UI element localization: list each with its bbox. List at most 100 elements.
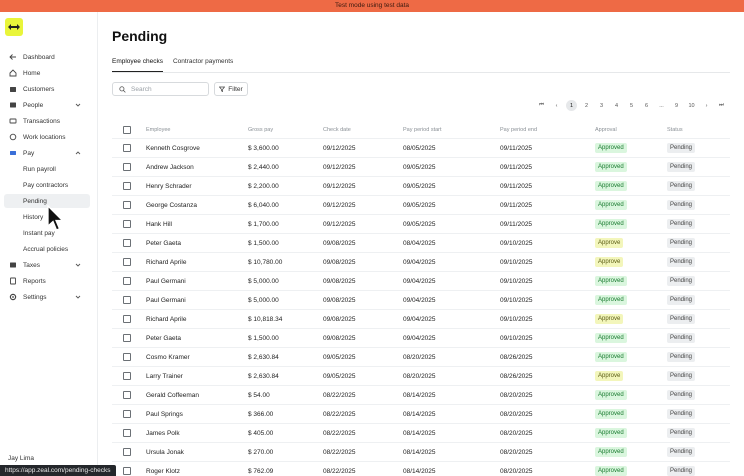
- column-header-status[interactable]: Status: [667, 122, 683, 138]
- column-header-pay-period-end[interactable]: Pay period end: [500, 122, 537, 138]
- table-row[interactable]: Gerald Coffeeman $ 54.00 08/22/2025 08/14/2…: [112, 386, 730, 405]
- row-checkbox[interactable]: [123, 429, 131, 437]
- approval-badge[interactable]: Approved: [595, 390, 627, 400]
- row-checkbox[interactable]: [123, 277, 131, 285]
- row-checkbox[interactable]: [123, 410, 131, 418]
- table-row[interactable]: Cosmo Kramer $ 2,630.84 09/05/2025 08/20/20…: [112, 348, 730, 367]
- approval-badge[interactable]: Approved: [595, 295, 627, 305]
- page-button[interactable]: 10: [686, 100, 697, 111]
- table-row[interactable]: Ursula Jonak $ 270.00 08/22/2025 08/14/2025…: [112, 443, 730, 462]
- table-row[interactable]: Larry Trainer $ 2,630.84 09/05/2025 08/20/2…: [112, 367, 730, 386]
- table-row[interactable]: Paul Germani $ 5,000.00 09/08/2025 09/04/20…: [112, 272, 730, 291]
- approval-badge[interactable]: Approve: [595, 371, 624, 381]
- column-header-check-date[interactable]: Check date: [323, 122, 351, 138]
- approval-badge[interactable]: Approved: [595, 200, 627, 210]
- table-row[interactable]: Paul Germani $ 5,000.00 09/08/2025 09/04/20…: [112, 291, 730, 310]
- sidebar-item-home[interactable]: Home: [4, 66, 90, 80]
- page-button[interactable]: 4: [611, 100, 622, 111]
- row-checkbox[interactable]: [123, 467, 131, 475]
- table-row[interactable]: Andrew Jackson $ 2,440.00 09/12/2025 09/05/…: [112, 158, 730, 177]
- employee-name[interactable]: Kenneth Cosgrove: [146, 139, 200, 157]
- employee-name[interactable]: Gerald Coffeeman: [146, 386, 199, 404]
- table-row[interactable]: Peter Gaeta $ 1,500.00 09/08/2025 09/04/202…: [112, 329, 730, 348]
- page-button[interactable]: 6: [641, 100, 652, 111]
- approval-badge[interactable]: Approved: [595, 447, 627, 457]
- approval-badge[interactable]: Approved: [595, 409, 627, 419]
- search-box[interactable]: Search: [112, 82, 209, 96]
- row-checkbox[interactable]: [123, 258, 131, 266]
- approval-badge[interactable]: Approved: [595, 143, 627, 153]
- sidebar-item-pay[interactable]: Pay: [4, 146, 90, 160]
- prev-page-icon[interactable]: ‹: [551, 100, 562, 111]
- approval-badge[interactable]: Approve: [595, 257, 624, 267]
- sidebar-item-run-payroll[interactable]: Run payroll: [4, 162, 90, 176]
- search-input[interactable]: Search: [131, 86, 152, 93]
- employee-name[interactable]: Richard Aprile: [146, 253, 186, 271]
- employee-name[interactable]: Richard Aprile: [146, 310, 186, 328]
- tab-employee-checks[interactable]: Employee checks: [112, 58, 163, 72]
- employee-name[interactable]: Ursula Jonak: [146, 443, 184, 461]
- approval-badge[interactable]: Approve: [595, 314, 624, 324]
- row-checkbox[interactable]: [123, 353, 131, 361]
- employee-name[interactable]: Paul Germani: [146, 291, 186, 309]
- filter-button[interactable]: Filter: [214, 82, 248, 96]
- employee-name[interactable]: Peter Gaeta: [146, 329, 181, 347]
- sidebar-item-dashboard[interactable]: Dashboard: [4, 50, 90, 64]
- approval-badge[interactable]: Approved: [595, 276, 627, 286]
- row-checkbox[interactable]: [123, 448, 131, 456]
- employee-name[interactable]: Hank Hill: [146, 215, 172, 233]
- table-row[interactable]: Henry Schrader $ 2,200.00 09/12/2025 09/05/…: [112, 177, 730, 196]
- sidebar-item-settings[interactable]: Settings: [4, 290, 90, 304]
- employee-name[interactable]: Henry Schrader: [146, 177, 192, 195]
- table-row[interactable]: Roger Klotz $ 762.09 08/22/2025 08/14/2025 0…: [112, 462, 730, 476]
- sidebar-item-people[interactable]: People: [4, 98, 90, 112]
- page-button[interactable]: 3: [596, 100, 607, 111]
- first-page-icon[interactable]: ⏮: [536, 100, 547, 111]
- table-row[interactable]: Richard Aprile $ 10,818.34 09/08/2025 09/04…: [112, 310, 730, 329]
- sidebar-item-customers[interactable]: Customers: [4, 82, 90, 96]
- chevron-up-icon[interactable]: [74, 149, 82, 157]
- table-row[interactable]: Hank Hill $ 1,700.00 09/12/2025 09/05/2025 0…: [112, 215, 730, 234]
- tab-contractor-payments[interactable]: Contractor payments: [173, 58, 233, 72]
- sidebar-item-pay-contractors[interactable]: Pay contractors: [4, 178, 90, 192]
- chevron-down-icon[interactable]: [74, 293, 82, 301]
- row-checkbox[interactable]: [123, 315, 131, 323]
- logo[interactable]: [5, 18, 23, 36]
- column-header-pay-period-start[interactable]: Pay period start: [403, 122, 442, 138]
- row-checkbox[interactable]: [123, 163, 131, 171]
- approval-badge[interactable]: Approve: [595, 238, 624, 248]
- page-button[interactable]: 5: [626, 100, 637, 111]
- column-header-approval[interactable]: Approval: [595, 122, 617, 138]
- table-row[interactable]: Richard Aprile $ 10,780.00 09/08/2025 09/04…: [112, 253, 730, 272]
- row-checkbox[interactable]: [123, 201, 131, 209]
- row-checkbox[interactable]: [123, 372, 131, 380]
- last-page-icon[interactable]: ⏭: [716, 100, 727, 111]
- row-checkbox[interactable]: [123, 182, 131, 190]
- table-row[interactable]: Kenneth Cosgrove $ 3,600.00 09/12/2025 08/0…: [112, 139, 730, 158]
- employee-name[interactable]: Andrew Jackson: [146, 158, 194, 176]
- column-header-employee[interactable]: Employee: [146, 122, 170, 138]
- column-header-gross-pay[interactable]: Gross pay: [248, 122, 273, 138]
- page-button[interactable]: 1: [566, 100, 577, 111]
- approval-badge[interactable]: Approved: [595, 428, 627, 438]
- sidebar-item-transactions[interactable]: Transactions: [4, 114, 90, 128]
- user-name[interactable]: Jay Lima: [8, 455, 34, 462]
- chevron-down-icon[interactable]: [74, 101, 82, 109]
- approval-badge[interactable]: Approved: [595, 352, 627, 362]
- approval-badge[interactable]: Approved: [595, 162, 627, 172]
- page-button[interactable]: 9: [671, 100, 682, 111]
- employee-name[interactable]: Cosmo Kramer: [146, 348, 190, 366]
- employee-name[interactable]: George Costanza: [146, 196, 197, 214]
- employee-name[interactable]: Larry Trainer: [146, 367, 183, 385]
- employee-name[interactable]: James Polk: [146, 424, 180, 442]
- next-page-icon[interactable]: ›: [701, 100, 712, 111]
- table-row[interactable]: Peter Gaeta $ 1,500.00 09/08/2025 08/04/202…: [112, 234, 730, 253]
- row-checkbox[interactable]: [123, 334, 131, 342]
- row-checkbox[interactable]: [123, 144, 131, 152]
- page-button[interactable]: 2: [581, 100, 592, 111]
- row-checkbox[interactable]: [123, 239, 131, 247]
- row-checkbox[interactable]: [123, 296, 131, 304]
- approval-badge[interactable]: Approved: [595, 219, 627, 229]
- approval-badge[interactable]: Approved: [595, 181, 627, 191]
- chevron-down-icon[interactable]: [74, 261, 82, 269]
